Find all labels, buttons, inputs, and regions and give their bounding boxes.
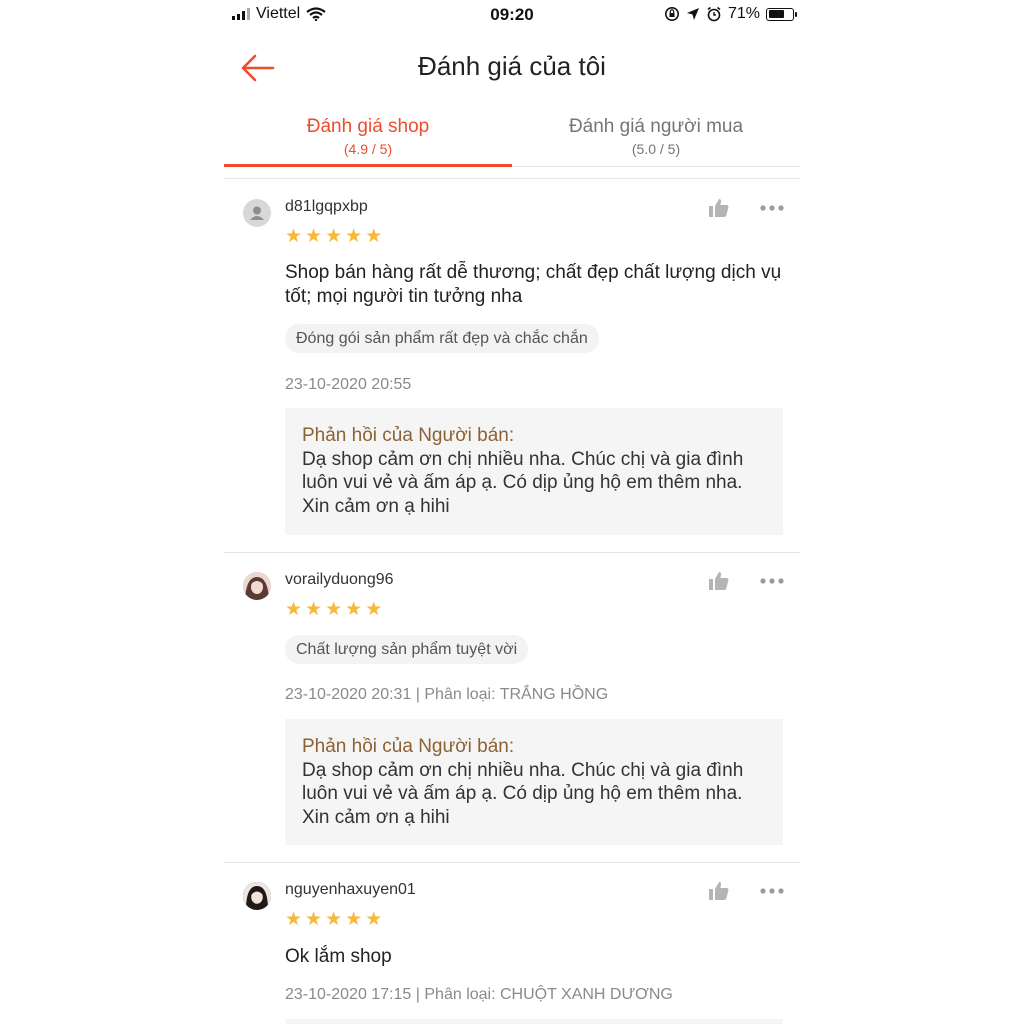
review-text: Ok lắm shop — [285, 946, 392, 967]
username[interactable]: vorailyduong96 — [285, 571, 394, 589]
alarm-icon — [707, 6, 721, 22]
tab-score: (5.0 / 5) — [631, 141, 681, 157]
tab-score: (4.9 / 5) — [343, 141, 393, 157]
username[interactable]: d81lgqpxbp — [285, 198, 368, 216]
seller-reply-text: Dạ shop cảm ơn chị nhiều nha. Chúc chị v… — [302, 759, 744, 828]
review-text: Shop bán hàng rất dễ thương; chất đẹp ch… — [285, 262, 782, 307]
review-meta: 23-10-2020 20:55 — [285, 376, 412, 393]
seller-reply-text: Dạ shop cảm ơn chị nhiều nha. Chúc chị v… — [302, 448, 744, 517]
tab-bar: Đánh giá shop (4.9 / 5) Đánh giá người m… — [224, 108, 800, 167]
star-icon: ★ — [345, 599, 363, 620]
star-rating: ★ ★ ★ ★ ★ — [285, 600, 382, 620]
star-icon: ★ — [345, 226, 363, 247]
seller-reply — [285, 1019, 783, 1024]
review-meta: 23-10-2020 17:15 | Phân loại: CHUỘT XANH… — [285, 986, 673, 1003]
more-options-icon[interactable] — [759, 576, 785, 586]
star-icon: ★ — [305, 909, 323, 930]
avatar — [243, 882, 271, 910]
default-user-icon — [250, 206, 264, 220]
battery-icon — [766, 7, 797, 21]
divider — [224, 178, 800, 179]
battery-percent: 71% — [727, 5, 760, 22]
star-rating: ★ ★ ★ ★ ★ — [285, 227, 382, 247]
review-tag: Đóng gói sản phẩm rất đẹp và chắc chắn — [285, 324, 599, 353]
rotation-lock-icon — [664, 7, 679, 21]
seller-reply: Phản hồi của Người bán: Dạ shop cảm ơn c… — [285, 408, 783, 535]
star-icon: ★ — [285, 226, 303, 247]
star-icon: ★ — [305, 226, 323, 247]
app-screen: Viettel 09:20 71% Đánh giá của tôi Đánh … — [224, 0, 800, 1024]
seller-reply-title: Phản hồi của Người bán: — [302, 736, 515, 757]
tab-label: Đánh giá shop — [306, 116, 430, 137]
review-meta: 23-10-2020 20:31 | Phân loại: TRẮNG HỒNG — [285, 686, 609, 703]
star-icon: ★ — [305, 599, 323, 620]
review-item: d81lgqpxbp ★ ★ ★ ★ ★ Shop bán hàng rất dễ th… — [224, 180, 800, 552]
star-icon: ★ — [365, 599, 383, 620]
user-photo-icon — [243, 882, 271, 910]
thumbs-up-icon[interactable] — [708, 570, 730, 592]
star-icon: ★ — [325, 909, 343, 930]
star-icon: ★ — [325, 599, 343, 620]
battery-fill — [768, 10, 785, 18]
thumbs-up-icon[interactable] — [708, 197, 730, 219]
tab-shop-reviews[interactable]: Đánh giá shop (4.9 / 5) — [224, 108, 512, 167]
status-bar: Viettel 09:20 71% — [224, 0, 800, 30]
header: Đánh giá của tôi — [224, 40, 800, 96]
user-photo-icon — [243, 572, 271, 600]
avatar — [243, 199, 271, 227]
seller-reply-title: Phản hồi của Người bán: — [302, 425, 515, 446]
thumbs-up-icon[interactable] — [708, 880, 730, 902]
star-icon: ★ — [365, 909, 383, 930]
star-icon: ★ — [365, 226, 383, 247]
seller-reply: Phản hồi của Người bán: Dạ shop cảm ơn c… — [285, 719, 783, 845]
review-item: nguyenhaxuyen01 ★ ★ ★ ★ ★ Ok lắm shop 23-10-… — [224, 863, 800, 1024]
username[interactable]: nguyenhaxuyen01 — [285, 881, 416, 899]
tab-buyer-reviews[interactable]: Đánh giá người mua (5.0 / 5) — [512, 108, 800, 166]
review-item: vorailyduong96 ★ ★ ★ ★ ★ Chất lượng sản phẩm… — [224, 553, 800, 862]
status-right: 71% — [664, 5, 797, 23]
tab-label: Đánh giá người mua — [568, 116, 744, 137]
more-options-icon[interactable] — [759, 886, 785, 896]
star-icon: ★ — [285, 909, 303, 930]
page-title: Đánh giá của tôi — [418, 51, 606, 81]
location-icon — [686, 8, 699, 20]
star-icon: ★ — [285, 599, 303, 620]
star-rating: ★ ★ ★ ★ ★ — [285, 910, 382, 930]
star-icon: ★ — [345, 909, 363, 930]
review-tag: Chất lượng sản phẩm tuyệt vời — [285, 635, 529, 664]
more-options-icon[interactable] — [759, 203, 785, 213]
star-icon: ★ — [325, 226, 343, 247]
avatar — [243, 572, 271, 600]
